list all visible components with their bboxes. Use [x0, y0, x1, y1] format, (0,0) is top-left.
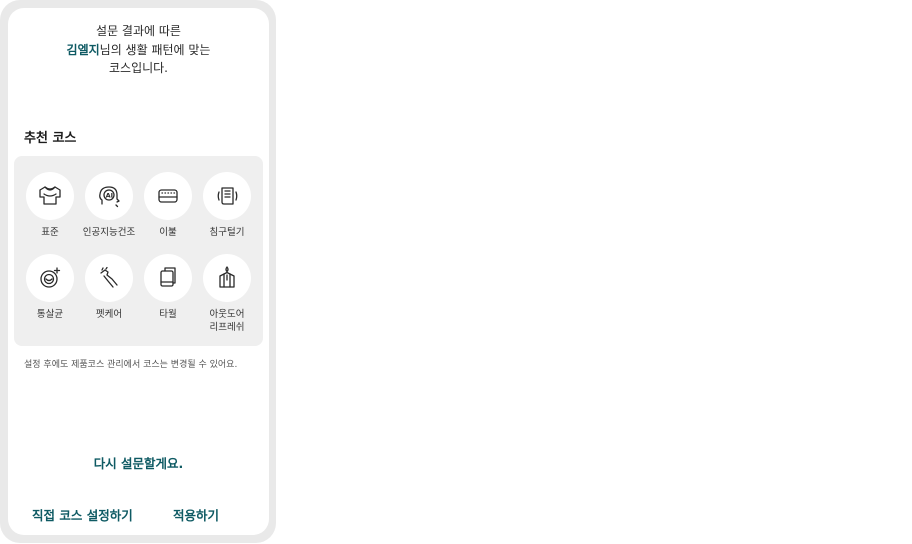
bedding-shake-icon	[203, 172, 251, 220]
outdoor-refresh-icon	[203, 254, 251, 302]
survey-result-message: 설문 결과에 따른 김엘지님의 생활 패턴에 맞는 코스입니다.	[8, 22, 269, 78]
svg-text:AI: AI	[106, 192, 113, 200]
intro-line-2: 김엘지님의 생활 패턴에 맞는	[8, 41, 269, 60]
blanket-icon	[144, 172, 192, 220]
course-ai-dry[interactable]: AI 인공지능건조	[78, 172, 140, 239]
pet-care-icon	[85, 254, 133, 302]
manual-course-setup-button[interactable]: 직접 코스 설정하기	[32, 505, 133, 524]
course-label: 타월	[159, 309, 177, 320]
phone-frame: 설문 결과에 따른 김엘지님의 생활 패턴에 맞는 코스입니다. 추천 코스 표…	[0, 0, 276, 543]
course-towel[interactable]: 타월	[137, 254, 199, 321]
apply-button[interactable]: 적용하기	[173, 505, 219, 524]
course-blanket[interactable]: 이불	[137, 172, 199, 239]
course-drum-sterilize[interactable]: 통살균	[19, 254, 81, 321]
course-label: 침구털기	[209, 227, 245, 238]
course-standard[interactable]: 표준	[19, 172, 81, 239]
ai-head-icon: AI	[85, 172, 133, 220]
recommended-course-grid: 표준 AI 인공지능건조 이불 침구털기 통살균 펫케어 타월 아웃도어 리프레…	[14, 156, 263, 346]
intro-line-3: 코스입니다.	[108, 61, 168, 75]
course-label: 표준	[41, 227, 59, 238]
recommended-course-title: 추천 코스	[24, 131, 77, 146]
course-bedding-shake[interactable]: 침구털기	[196, 172, 258, 239]
course-label: 아웃도어 리프레쉬	[209, 309, 245, 333]
course-outdoor-refresh[interactable]: 아웃도어 리프레쉬	[196, 254, 258, 334]
intro-line-1: 설문 결과에 따른	[96, 24, 181, 38]
resurvey-button[interactable]: 다시 설문할게요.	[8, 453, 269, 472]
user-name: 김엘지	[66, 42, 100, 57]
course-pet-care[interactable]: 펫케어	[78, 254, 140, 321]
towel-icon	[144, 254, 192, 302]
course-label: 인공지능건조	[82, 227, 136, 238]
course-label: 펫케어	[95, 309, 123, 320]
course-change-note: 설정 후에도 제품코스 관리에서 코스는 변경될 수 있어요.	[24, 360, 238, 370]
course-label: 이불	[159, 227, 177, 238]
course-label: 통살균	[36, 309, 64, 320]
drum-sterilize-icon	[26, 254, 74, 302]
intro-line-2-suffix: 님의 생활 패턴에 맞는	[99, 42, 211, 57]
shirt-icon	[26, 172, 74, 220]
screen: 설문 결과에 따른 김엘지님의 생활 패턴에 맞는 코스입니다. 추천 코스 표…	[8, 8, 269, 535]
